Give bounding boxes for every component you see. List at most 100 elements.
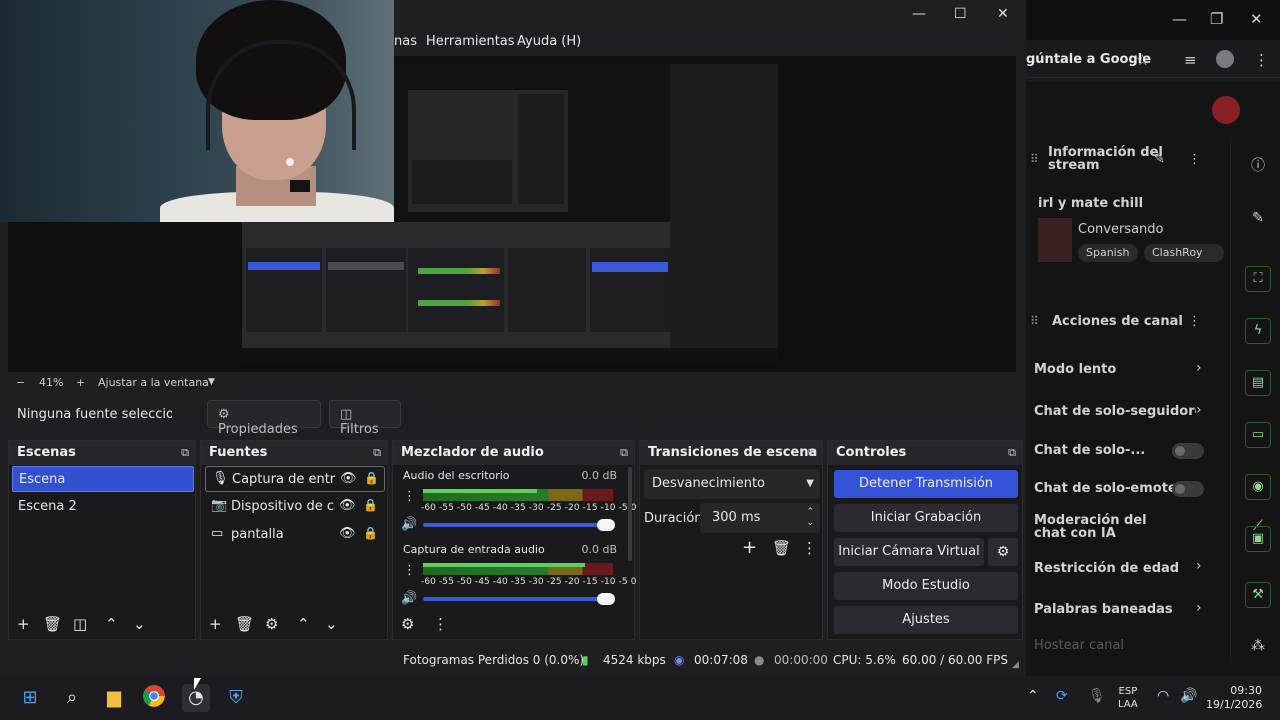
more-icon[interactable]: ⋮	[1188, 152, 1201, 167]
fit-to-window-label[interactable]: Ajustar a la ventana	[98, 376, 209, 389]
properties-button[interactable]: ⚙ Propiedades	[207, 400, 321, 437]
start-virtual-camera-button[interactable]: Iniciar Cámara Virtual	[834, 538, 984, 566]
emotes-only-toggle[interactable]	[1172, 481, 1204, 497]
studio-mode-button[interactable]: Modo Estudio	[834, 572, 1018, 600]
filters-button[interactable]: ◫ Filtros	[329, 400, 401, 437]
close-icon[interactable]: ✕	[1250, 10, 1263, 28]
undock-icon[interactable]: ⧉	[808, 446, 816, 460]
close-icon[interactable]: ✕	[997, 6, 1009, 22]
volume-slider[interactable]	[423, 593, 615, 605]
add-icon[interactable]: +	[742, 537, 757, 558]
address-bar[interactable]: gúntale a Google ☆ ≡ ⋮	[1026, 44, 1280, 78]
trash-icon[interactable]: 🗑	[772, 539, 791, 557]
zoom-out-button[interactable]: −	[16, 376, 25, 389]
spin-down-icon[interactable]: ⌄	[806, 518, 814, 528]
scene-item[interactable]: Escena	[12, 466, 194, 492]
chevron-up-icon[interactable]: ⌃	[1027, 688, 1039, 704]
filter-icon[interactable]: ◫	[73, 615, 87, 633]
menu-item-tools[interactable]: Herramientas	[426, 34, 515, 49]
search-icon[interactable]: ⌕	[58, 684, 86, 712]
add-icon[interactable]: +	[209, 615, 222, 633]
settings-button[interactable]: Ajustes	[834, 606, 1018, 634]
chrome-icon[interactable]	[140, 684, 168, 712]
extensions-icon[interactable]: ⁂	[1245, 634, 1271, 660]
undock-icon[interactable]: ⧉	[181, 446, 189, 460]
virtual-camera-settings-button[interactable]: ⚙	[988, 538, 1018, 566]
menu-item[interactable]: nas	[394, 34, 417, 49]
document-icon[interactable]: ▤	[1245, 370, 1271, 396]
undock-icon[interactable]: ⧉	[620, 446, 628, 460]
setting-slow-mode[interactable]: Modo lento	[1034, 362, 1212, 377]
undock-icon[interactable]: ⧉	[1008, 446, 1016, 460]
subs-only-toggle[interactable]	[1172, 443, 1204, 459]
file-explorer-icon[interactable]: ▆	[100, 684, 128, 712]
media-icon[interactable]: ≡	[1184, 51, 1197, 69]
move-up-icon[interactable]: ⌃	[105, 615, 118, 633]
star-icon[interactable]: ☆	[1136, 51, 1149, 69]
undock-icon[interactable]: ⧉	[373, 446, 381, 460]
channel-avatar[interactable]	[1212, 96, 1240, 124]
duration-input[interactable]: 300 ms ⌃ ⌄	[700, 503, 820, 533]
speaker-icon[interactable]: 🔊	[401, 591, 417, 606]
lock-icon[interactable]: 🔒	[363, 526, 378, 540]
wifi-icon[interactable]: ◠	[1157, 688, 1169, 704]
speaker-icon[interactable]: 🔊	[401, 517, 417, 532]
setting-banned-words[interactable]: Palabras baneadas	[1034, 602, 1212, 617]
more-icon[interactable]: ⋮	[802, 539, 817, 557]
clip-icon[interactable]: ⛶	[1245, 266, 1271, 292]
volume-icon[interactable]: 🔊	[1180, 688, 1197, 704]
channel-menu-icon[interactable]: ⋮	[403, 489, 416, 504]
clock[interactable]: 09:30 19/1/2026	[1206, 684, 1262, 712]
bolt-icon[interactable]: ϟ	[1245, 318, 1271, 344]
drag-handle-icon[interactable]: ⠿	[1030, 152, 1039, 166]
scene-item[interactable]: Escena 2	[12, 494, 194, 520]
windows-start-icon[interactable]: ⊞	[16, 684, 44, 712]
trash-icon[interactable]: 🗑	[43, 615, 62, 633]
chevron-right-icon[interactable]: ›	[1196, 600, 1202, 616]
zoom-in-button[interactable]: +	[76, 376, 85, 389]
kebab-menu-icon[interactable]: ⋮	[1254, 51, 1269, 69]
more-icon[interactable]: ⋮	[433, 615, 448, 633]
lock-icon[interactable]: 🔒	[364, 471, 379, 485]
minimize-icon[interactable]: —	[1172, 10, 1187, 28]
tag[interactable]: Spanish	[1078, 244, 1138, 262]
move-down-icon[interactable]: ⌄	[133, 615, 146, 633]
setting-ai-moderation[interactable]: Moderación del chat con IA	[1034, 514, 1174, 540]
input-language[interactable]: ESP LAA	[1118, 685, 1138, 711]
resize-grip-icon[interactable]: ◢	[1012, 660, 1019, 670]
more-icon[interactable]: ⋮	[1188, 314, 1201, 329]
stop-streaming-button[interactable]: Detener Transmisión	[834, 470, 1018, 498]
info-icon[interactable]: ⓘ	[1245, 154, 1271, 180]
gear-icon[interactable]: ⚙	[401, 615, 414, 633]
edit-icon[interactable]: ✎	[1245, 206, 1271, 232]
spin-up-icon[interactable]: ⌃	[806, 507, 814, 517]
mixer-scrollbar[interactable]	[628, 467, 632, 561]
eye-icon[interactable]: 👁	[339, 526, 356, 541]
eye-icon[interactable]: 👁	[339, 498, 356, 513]
layout-icon[interactable]: ▣	[1245, 526, 1271, 552]
lock-icon[interactable]: 🔒	[363, 498, 378, 512]
drag-handle-icon[interactable]: ⠿	[1030, 314, 1039, 328]
setting-followers-only[interactable]: Chat de solo-seguidores	[1034, 404, 1196, 419]
volume-slider[interactable]	[423, 519, 615, 531]
chevron-right-icon[interactable]: ›	[1196, 402, 1202, 418]
source-item[interactable]: ▭ pantalla 👁 🔒	[205, 522, 385, 548]
eye-icon[interactable]: 👁	[340, 471, 357, 486]
source-item[interactable]: 📷 Dispositivo de captura de video 👁 🔒	[205, 494, 385, 520]
chevron-right-icon[interactable]: ›	[1196, 558, 1202, 574]
sync-icon[interactable]: ⟳	[1056, 688, 1068, 704]
broadcast-icon[interactable]: ◉	[1245, 474, 1271, 500]
microphone-icon[interactable]: 🎙	[1088, 688, 1106, 704]
wrench-icon[interactable]: ⚒	[1245, 582, 1271, 608]
minimize-icon[interactable]: —	[912, 6, 926, 22]
move-up-icon[interactable]: ⌃	[297, 615, 310, 633]
source-item[interactable]: 🎙 Captura de entrada de audio 👁 🔒	[205, 466, 385, 492]
add-icon[interactable]: +	[17, 615, 30, 633]
maximize-icon[interactable]: ☐	[954, 6, 967, 22]
restore-icon[interactable]: ❐	[1210, 10, 1223, 28]
chat-icon[interactable]: ▭	[1245, 422, 1271, 448]
start-recording-button[interactable]: Iniciar Grabación	[834, 504, 1018, 532]
trash-icon[interactable]: 🗑	[235, 615, 254, 633]
edit-icon[interactable]: ✎	[1154, 152, 1165, 167]
move-down-icon[interactable]: ⌄	[325, 615, 338, 633]
